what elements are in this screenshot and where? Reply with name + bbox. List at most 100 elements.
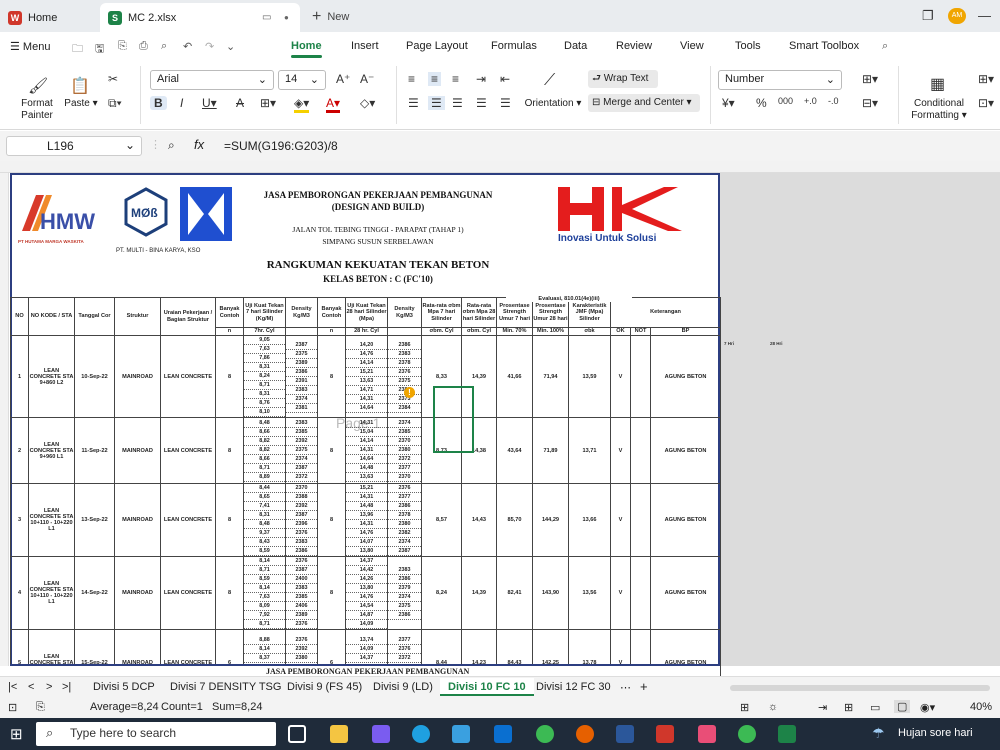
task-view-icon[interactable] [288,725,306,743]
align-bottom-icon[interactable]: ≡ [452,72,459,86]
table-cell[interactable]: 14-Sep-22 [74,556,115,630]
table-cell[interactable]: 8,44 8,65 7,41 8,31 8,48 9,37 8,43 8,59 [243,483,286,557]
table-cell[interactable]: 2 [10,417,29,484]
align-top-icon[interactable]: ≡ [408,72,415,86]
table-cell[interactable]: MAINROAD [114,335,161,418]
align-middle-icon[interactable]: ≡ [428,72,442,86]
align-left-icon[interactable]: ☰ [408,96,419,110]
table-cell[interactable]: 14,37 14,42 14,26 13,80 14,76 14,54 14,87 14,09 [345,556,388,630]
table-cell[interactable]: MAINROAD [114,483,161,557]
table-cell[interactable]: 15,21 14,31 14,48 13,96 14,31 14,76 14,07 13,80 [345,483,388,557]
table-row[interactable]: 4 LEAN CONCRETE STA 10+110 - 10+220 L1 14-… [10,556,721,630]
table-cell[interactable]: 8 [215,417,244,484]
underline-icon[interactable]: U▾ [202,96,217,110]
table-cell[interactable]: 14,43 [461,483,497,557]
wrap-text-button[interactable]: ⮐ Wrap Text [588,70,658,88]
table-cell[interactable]: 2387 2375 2389 2386 2391 2383 2374 2381 [285,335,318,418]
align-center-icon[interactable]: ☰ [428,96,445,110]
menu-insert[interactable]: Insert [351,40,379,52]
name-box[interactable]: L196 ⌄ [6,136,142,156]
chrome-icon[interactable] [536,725,554,743]
table-cell[interactable] [630,483,651,557]
menu-review[interactable]: Review [616,40,652,52]
file-tab[interactable]: S MC 2.xlsx ▭ ● [100,3,300,32]
menu-view[interactable]: View [680,40,704,52]
save-icon[interactable]: 🖫 [95,40,104,59]
increase-font-icon[interactable]: A⁺ [336,72,350,86]
zoom-formula-icon[interactable]: ⌕ [168,138,175,153]
clear-icon[interactable]: ◇▾ [360,96,375,110]
table-cell[interactable]: 8,24 [421,556,462,630]
increase-decimal-icon[interactable]: +.0 [804,96,817,106]
table-cell[interactable] [630,556,651,630]
last-sheet-icon[interactable]: >| [62,681,71,693]
align-right-icon[interactable]: ☰ [452,96,463,110]
excel-icon[interactable] [778,725,796,743]
horizontal-scrollbar[interactable] [730,685,990,691]
weather-text[interactable]: Hujan sore hari [898,727,973,739]
edge-icon[interactable] [412,725,430,743]
windows-start-icon[interactable]: ⊞ [10,725,23,743]
eye-icon[interactable]: ◉▾ [920,701,935,714]
table-cell[interactable]: 143,90 [532,556,569,630]
table-cell[interactable]: 8 [215,483,244,557]
search-icon[interactable]: ⌕ [882,40,888,53]
table-cell[interactable]: LEAN CONCRETE [160,483,216,557]
warning-icon[interactable]: ! [404,387,415,398]
table-cell[interactable]: 2370 2388 2392 2387 2396 2376 2383 2386 [285,483,318,557]
word-icon[interactable] [616,725,634,743]
new-tab-button[interactable]: + New [312,8,349,26]
add-sheet-icon[interactable]: + [640,679,648,694]
menu-home[interactable]: Home [291,40,322,58]
justify-icon[interactable]: ☰ [476,96,487,110]
menu-data[interactable]: Data [564,40,587,52]
table-cell[interactable] [630,335,651,418]
table-cell[interactable]: V [610,417,631,484]
table-cell[interactable]: 8,57 [421,483,462,557]
italic-icon[interactable]: I [180,96,183,110]
formula-input[interactable]: =SUM(G196:G203)/8 [224,139,338,153]
menu-page-layout[interactable]: Page Layout [406,40,468,52]
table-row[interactable]: 3 LEAN CONCRETE STA 10+110 - 10+220 L1 13-… [10,483,721,557]
home-tab[interactable]: W Home [0,3,92,32]
export-icon[interactable]: ⎘ [118,40,127,53]
format-icon[interactable]: ⊡▾ [978,96,994,110]
table-cell[interactable]: 8 [317,335,346,418]
normal-view-icon[interactable]: ⇥ [818,701,827,714]
font-color-icon[interactable]: A▾ [326,96,341,113]
distribute-icon[interactable]: ☰ [500,96,511,110]
table-cell[interactable]: 2376 2377 2386 2378 2380 2382 2374 2387 [387,483,422,557]
sheet-tab[interactable]: Divisi 12 FC 30 [536,681,611,693]
table-cell[interactable]: 9,05 7,63 7,86 8,31 8,24 8,71 8,31 8,76 8,10 [243,335,286,418]
file-explorer-icon[interactable] [330,725,348,743]
fill-color-icon[interactable]: ◈▾ [294,96,310,113]
column-headers[interactable] [0,161,1000,173]
table-cell[interactable]: LEAN CONCRETE [160,417,216,484]
folder-icon[interactable]: 🗀 [72,40,83,59]
table-cell[interactable]: 8 [317,417,346,484]
firefox-icon[interactable] [576,725,594,743]
decrease-font-icon[interactable]: A⁻ [360,72,374,86]
table-cell[interactable]: 2376 2387 2400 2383 2385 2406 2389 2376 [285,556,318,630]
type-convert-icon[interactable]: ⊞▾ [862,72,878,86]
selected-cell[interactable] [433,386,474,453]
table-cell[interactable]: 3 [10,483,29,557]
decrease-decimal-icon[interactable]: -.0 [828,96,839,106]
table-cell[interactable]: AGUNG BETON [650,483,721,557]
table-cell[interactable]: 14,39 [461,556,497,630]
cell-style-icon[interactable]: ⊞▾ [978,72,994,86]
table-cell[interactable]: LEAN CONCRETE STA 10+110 - 10+220 L1 [28,483,75,557]
copy-icon[interactable]: ⧉▾ [108,96,122,111]
table-cell[interactable]: 2383 2386 2379 2374 2375 2386 [387,556,422,630]
table-cell[interactable]: MAINROAD [114,417,161,484]
table-cell[interactable]: LEAN CONCRETE [160,335,216,418]
preview-icon[interactable]: ⌕ [161,40,167,53]
sheet-tab[interactable]: Divisi 5 DCP [93,681,155,693]
table-row[interactable]: 1 LEAN CONCRETE STA 9+860 L2 10-Sep-22 MAIN… [10,335,721,418]
photos-icon[interactable] [698,725,716,743]
table-cell[interactable]: 10-Sep-22 [74,335,115,418]
taskbar-search[interactable]: ⌕ Type here to search [36,722,276,746]
font-name-select[interactable]: Arial ⌄ [150,70,274,90]
borders-icon[interactable]: ⊞▾ [260,96,276,110]
hamburger-menu[interactable]: ☰ Menu [10,40,50,53]
